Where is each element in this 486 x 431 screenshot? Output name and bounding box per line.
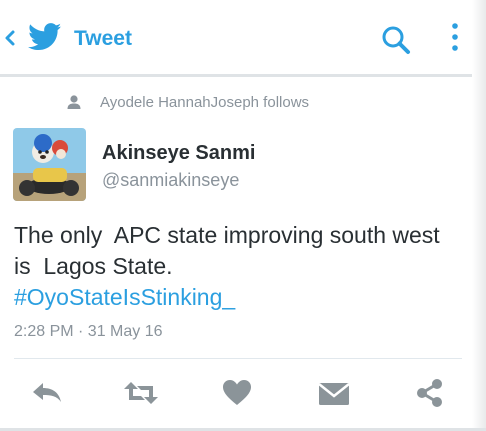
tweet-text-line: The only APC state improving south west [14, 222, 440, 248]
tweet-text-line: is Lagos State. [14, 253, 173, 279]
back-button[interactable] [0, 22, 72, 56]
reply-button[interactable] [30, 378, 64, 408]
author-handle[interactable]: @sanmiakinseye [102, 169, 239, 191]
avatar-image [13, 128, 86, 201]
top-app-bar: Tweet [0, 0, 486, 74]
more-vertical-icon [452, 23, 458, 51]
follow-context-text: Ayodele HannahJoseph follows [100, 94, 310, 111]
share-icon [417, 379, 442, 407]
retweet-button[interactable] [123, 378, 158, 408]
share-button[interactable] [414, 378, 448, 408]
person-icon [67, 95, 81, 109]
tweet-timestamp: 2:28 PM · 31 May 16 [14, 323, 163, 340]
search-button[interactable] [378, 22, 414, 58]
avatar[interactable] [13, 128, 86, 201]
author-display-name[interactable]: Akinseye Sanmi [102, 141, 255, 165]
screen-edge-shadow [472, 0, 486, 431]
page-title: Tweet [74, 27, 132, 50]
hashtag-link[interactable]: #OyoStateIsStinking_ [14, 282, 474, 313]
twitter-bird-icon [28, 23, 62, 51]
actions-divider [14, 358, 462, 359]
retweet-icon [124, 382, 158, 404]
direct-message-button[interactable] [317, 378, 351, 408]
chevron-left-icon [5, 30, 15, 46]
tweet-body: The only APC state improving south west … [14, 220, 474, 313]
envelope-icon [318, 383, 350, 405]
more-options-button[interactable] [444, 20, 466, 56]
header-divider [0, 74, 486, 77]
reply-icon [33, 383, 61, 402]
search-icon [382, 26, 410, 54]
like-button[interactable] [221, 378, 255, 408]
heart-icon [223, 380, 251, 405]
